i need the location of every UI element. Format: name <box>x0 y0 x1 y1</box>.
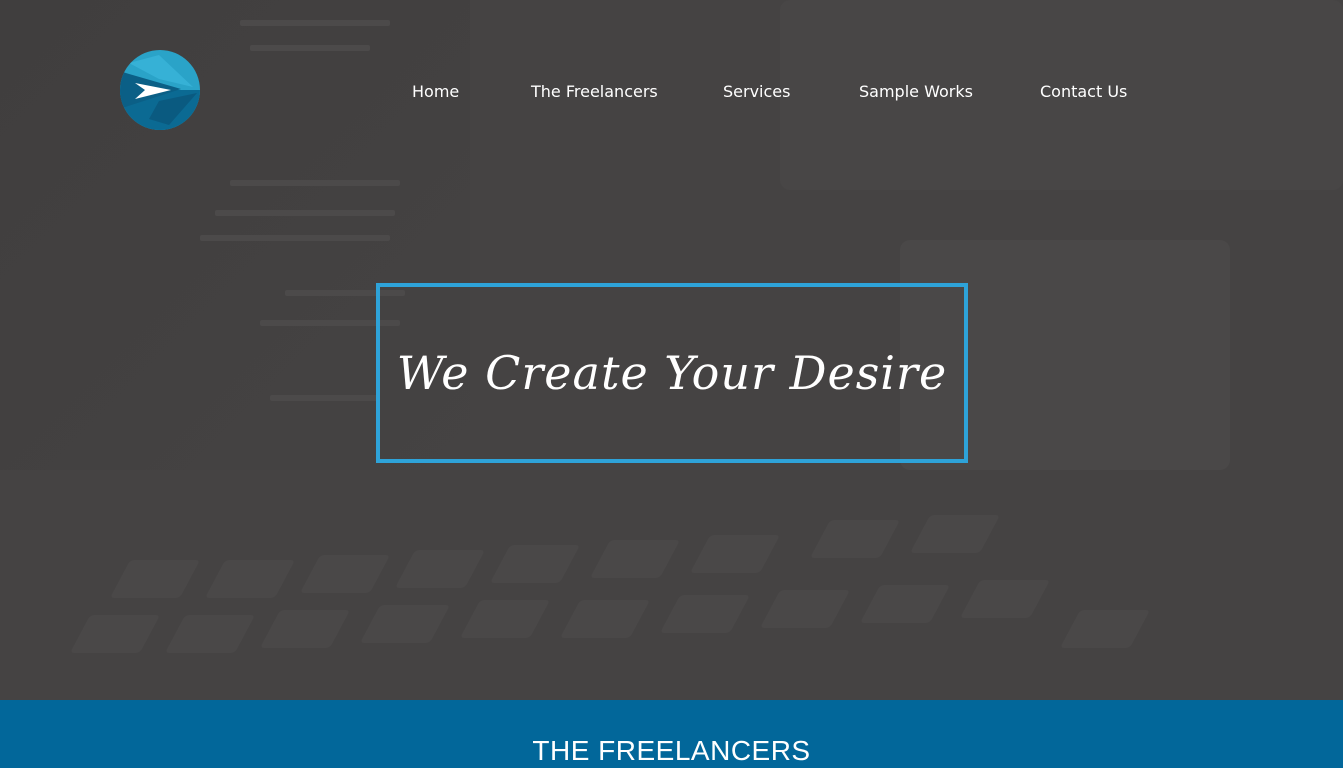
nav-item-the-freelancers[interactable]: The Freelancers <box>531 79 658 105</box>
background-key <box>909 515 1001 553</box>
background-key <box>109 560 201 598</box>
nav-item-services[interactable]: Services <box>723 79 790 105</box>
background-key <box>259 610 351 648</box>
background-key <box>759 590 851 628</box>
background-key <box>559 600 651 638</box>
background-key <box>689 535 781 573</box>
background-key <box>489 545 581 583</box>
background-key <box>859 585 951 623</box>
background-key <box>659 595 751 633</box>
background-key <box>164 615 256 653</box>
background-key <box>299 555 391 593</box>
background-code-line <box>215 210 395 216</box>
hero-tagline-frame: We Create Your Desire <box>376 283 968 463</box>
background-code-line <box>270 395 380 401</box>
hero-section: Home The Freelancers Services Sample Wor… <box>0 0 1343 700</box>
background-code-line <box>250 45 370 51</box>
main-navigation: Home The Freelancers Services Sample Wor… <box>0 79 1343 105</box>
background-key <box>959 580 1051 618</box>
background-key <box>459 600 551 638</box>
section-title: THE FREELANCERS <box>532 735 811 766</box>
background-key <box>394 550 486 588</box>
nav-item-sample-works[interactable]: Sample Works <box>859 79 973 105</box>
background-code-line <box>240 20 390 26</box>
background-key <box>359 605 451 643</box>
nav-item-contact-us[interactable]: Contact Us <box>1040 79 1127 105</box>
background-key <box>1059 610 1151 648</box>
background-code-line <box>200 235 390 241</box>
background-code-line <box>230 180 400 186</box>
background-key <box>204 560 296 598</box>
freelancers-section: THE FREELANCERS <box>0 700 1343 768</box>
nav-item-home[interactable]: Home <box>412 79 459 105</box>
background-key <box>69 615 161 653</box>
background-key <box>589 540 681 578</box>
hero-tagline: We Create Your Desire <box>396 346 948 400</box>
background-key <box>809 520 901 558</box>
